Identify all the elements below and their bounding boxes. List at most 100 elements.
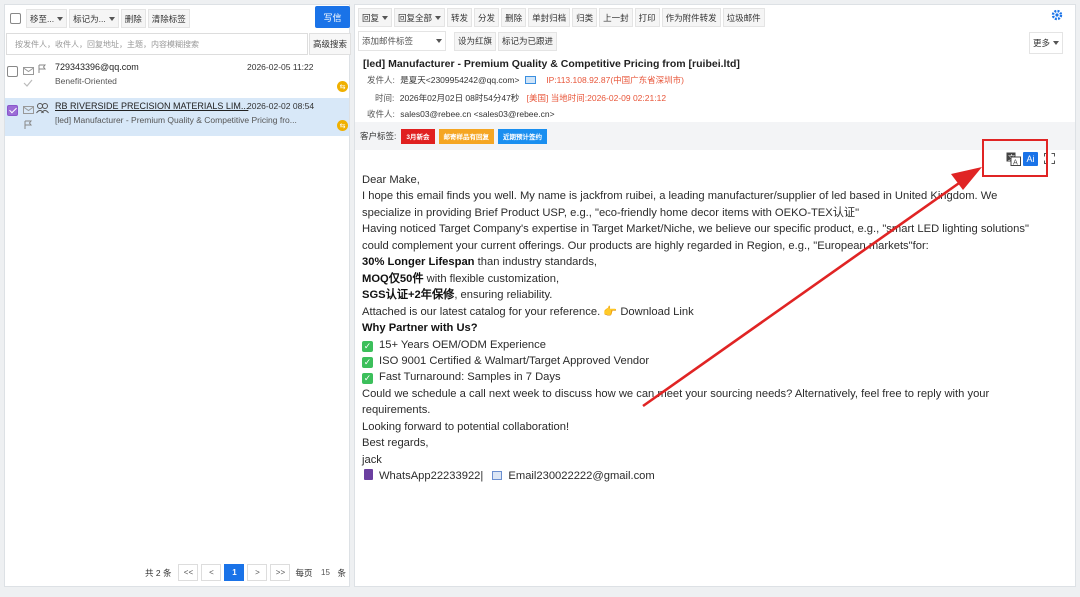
body-line: Looking forward to potential collaborati… — [362, 420, 570, 433]
mail-checkbox[interactable] — [7, 66, 18, 77]
mail-sender: RB RIVERSIDE PRECISION MATERIALS LIM... — [55, 101, 249, 111]
check-icon: ✓ — [362, 340, 373, 352]
delete-mail-button[interactable]: 删除 — [501, 8, 527, 27]
body-text: with flexible customization, — [423, 272, 560, 285]
mail-preview: Benefit-Oriented — [55, 76, 117, 86]
list-toolbar: 移至... 标记为... 删除 清除标签 — [10, 9, 192, 28]
body-line: Attached is our latest catalog for your … — [362, 305, 694, 318]
select-all-checkbox[interactable] — [10, 13, 21, 24]
mail-list-panel: 移至... 标记为... 删除 清除标签 写信 按发件人，收件人，回复地址，主题… — [4, 4, 351, 587]
envelope-icon — [23, 67, 34, 75]
pager-total: 共 2 条 — [145, 567, 172, 578]
body-line: Could we schedule a call next week to di… — [362, 387, 990, 400]
classify-button[interactable]: 归类 — [572, 8, 598, 27]
body-heading: Why Partner with Us? — [362, 322, 478, 335]
add-tag-select[interactable]: 添加邮件标签 — [358, 31, 446, 51]
email-icon — [492, 471, 503, 481]
mail-subject: [led] Manufacturer - Premium Quality & C… — [363, 58, 740, 70]
list-item[interactable]: 729343396@qq.com 2026-02-05 11:22 Benefi… — [5, 59, 349, 97]
spam-button[interactable]: 垃圾邮件 — [722, 8, 765, 27]
reader-toolbar-2: 添加邮件标签 设为红旗 标记为已跟进 — [358, 31, 559, 51]
sender-ip: IP:113.108.92.87(中国广东省深圳市) — [546, 75, 685, 85]
print-button[interactable]: 打印 — [634, 8, 660, 27]
customer-tags-label: 客户标签: — [360, 131, 397, 141]
mark-as-button[interactable]: 标记为... — [69, 9, 119, 28]
body-line: 30% Longer Lifespan than industry standa… — [362, 254, 1062, 270]
per-page-select[interactable]: 15 — [315, 564, 336, 581]
more-button[interactable]: 更多 — [1029, 32, 1064, 54]
distribute-button[interactable]: 分发 — [474, 8, 500, 27]
to-value[interactable]: sales03@rebee.cn <sales03@rebee.cn> — [400, 109, 554, 119]
pager-first-button[interactable]: << — [178, 564, 199, 581]
body-text: , ensuring reliability. — [454, 289, 553, 302]
body-line: specialize in providing Brief Product US… — [362, 206, 860, 219]
gear-icon[interactable] — [1051, 9, 1063, 21]
delete-button[interactable]: 删除 — [120, 9, 146, 28]
body-bold: MOQ仅50件 — [362, 272, 424, 285]
forward-button[interactable]: 转发 — [447, 8, 473, 27]
mail-sender: 729343396@qq.com — [55, 62, 139, 72]
time-label: 时间: — [375, 93, 395, 103]
list-item-selected[interactable]: RB RIVERSIDE PRECISION MATERIALS LIM... … — [5, 98, 349, 136]
contact-card-icon[interactable] — [524, 76, 536, 84]
reply-all-button[interactable]: 回复全部 — [394, 8, 446, 27]
pager-next-button[interactable]: > — [247, 564, 268, 581]
mark-followed-button[interactable]: 标记为已跟进 — [498, 31, 558, 51]
body-bold: 30% Longer Lifespan — [362, 256, 475, 269]
body-line: jack — [362, 453, 382, 466]
reply-button[interactable]: 回复 — [358, 8, 393, 27]
to-label: 收件人: — [367, 109, 395, 119]
clear-tags-button[interactable]: 清除标签 — [147, 9, 190, 28]
email-text: Email230022222@gmail.com — [508, 470, 655, 483]
pager-last-button[interactable]: >> — [270, 564, 291, 581]
body-text: ISO 9001 Certified & Walmart/Target Appr… — [379, 354, 650, 367]
body-line: Dear Make, — [362, 174, 420, 186]
customer-tags-bar: 客户标签: 3月新会 邮寄样品有回复 近期预计签约 — [355, 122, 1075, 150]
mail-date: 2026-02-02 08:54 — [247, 101, 315, 111]
body-line: SGS认证+2年保修, ensuring reliability. — [362, 287, 1062, 303]
move-to-button[interactable]: 移至... — [26, 9, 68, 28]
body-line: ✓ ISO 9001 Certified & Walmart/Target App… — [362, 353, 1062, 369]
whatsapp-text: WhatsApp22233922| — [379, 470, 484, 483]
time-row: 时间: 2026年02月02日 08时54分47秒 [美国] 当地时间:2026… — [375, 92, 666, 104]
flag-icon[interactable] — [38, 64, 46, 74]
reader-toolbar: 回复 回复全部 转发 分发 删除 单封归档 归类 上一封 打印 作为附件转发 垃… — [358, 8, 767, 27]
per-page-unit: 条 — [337, 567, 346, 578]
check-icon: ✓ — [362, 356, 373, 368]
mail-checkbox[interactable] — [7, 105, 18, 116]
single-archive-button[interactable]: 单封归档 — [528, 8, 571, 27]
body-line: ✓ Fast Turnaround: Samples in 7 Days — [362, 369, 1062, 385]
phone-icon — [364, 469, 373, 481]
mail-body: Dear Make, I hope this email finds you w… — [362, 172, 1062, 485]
replied-icon — [23, 79, 33, 87]
body-text: Fast Turnaround: Samples in 7 Days — [379, 371, 561, 384]
customer-badge-icon: ⇆ — [337, 81, 348, 92]
from-row: 发件人: 是夏天<2309954242@qq.com> IP:113.108.9… — [367, 74, 684, 86]
forward-as-attachment-button[interactable]: 作为附件转发 — [661, 8, 721, 27]
customer-tag[interactable]: 邮寄样品有回复 — [438, 128, 494, 144]
body-line: could complement your current offerings.… — [362, 239, 929, 252]
customer-tag[interactable]: 3月新会 — [401, 128, 435, 144]
compose-button[interactable]: 写信 — [315, 6, 350, 28]
body-line: I hope this email finds you well. My nam… — [362, 190, 998, 203]
set-red-flag-button[interactable]: 设为红旗 — [454, 31, 497, 51]
previous-mail-button[interactable]: 上一封 — [599, 8, 633, 27]
envelope-icon — [23, 106, 34, 114]
flag-icon[interactable] — [24, 120, 32, 130]
body-text: 15+ Years OEM/ODM Experience — [379, 338, 546, 351]
per-page-label: 每页 — [295, 567, 313, 578]
from-value[interactable]: 是夏天<2309954242@qq.com> — [400, 75, 519, 85]
search-placeholder: 按发件人，收件人，回复地址，主题，内容模糊搜索 — [15, 39, 199, 49]
to-row: 收件人: sales03@rebee.cn <sales03@rebee.cn> — [367, 108, 555, 120]
body-line: Having noticed Target Company's expertis… — [362, 223, 1029, 236]
advanced-search-button[interactable]: 高级搜索 — [309, 33, 351, 55]
pagination: 共 2 条 << < 1 > >> 每页 15 条 — [145, 564, 346, 581]
pager-page-1[interactable]: 1 — [224, 564, 245, 581]
mail-date: 2026-02-05 11:22 — [247, 62, 314, 72]
customer-tag[interactable]: 近期预计签约 — [498, 128, 547, 144]
pager-prev-button[interactable]: < — [201, 564, 222, 581]
search-input[interactable]: 按发件人，收件人，回复地址，主题，内容模糊搜索 — [6, 33, 308, 55]
from-label: 发件人: — [367, 75, 395, 85]
body-line: MOQ仅50件 with flexible customization, — [362, 271, 1062, 287]
body-line: ✓ 15+ Years OEM/ODM Experience — [362, 337, 1062, 353]
